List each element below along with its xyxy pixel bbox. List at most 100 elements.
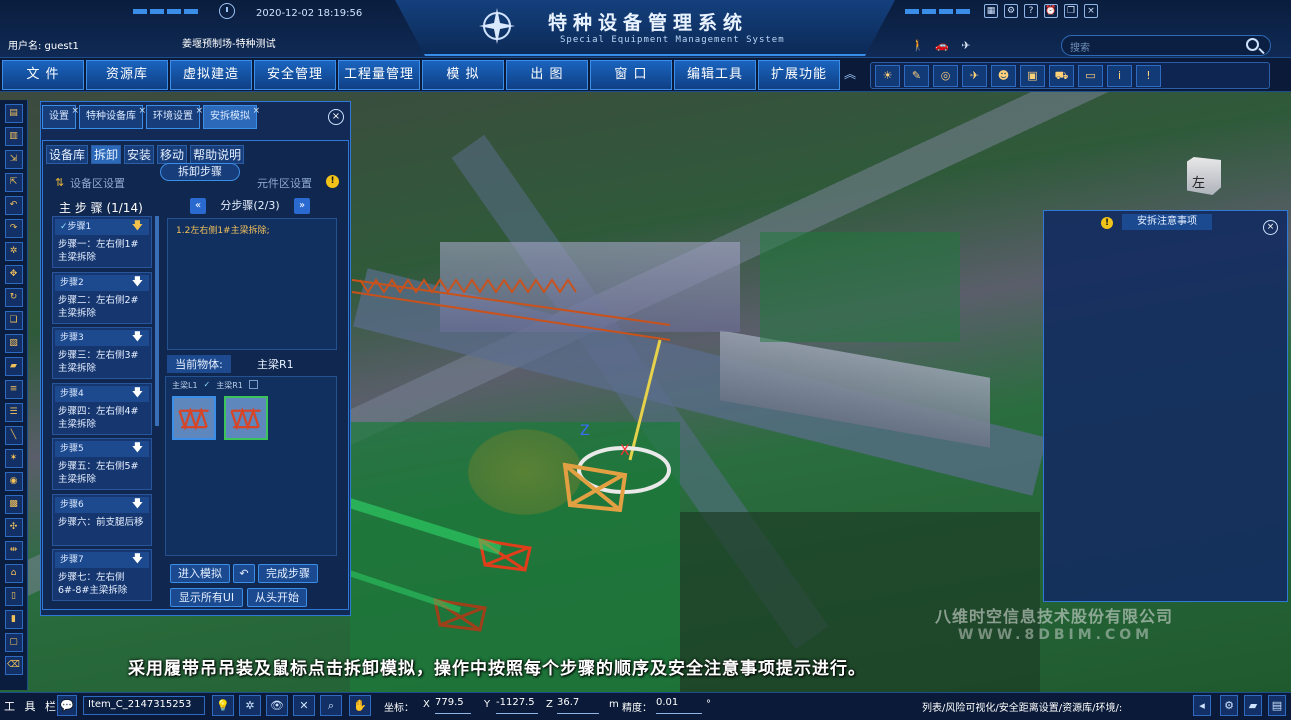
plane-icon[interactable]: ✈ xyxy=(962,65,987,87)
doc-icon[interactable]: ▯ xyxy=(4,587,23,606)
x-value[interactable]: 779.5 xyxy=(435,697,471,714)
finish-step-button[interactable]: 完成步骤 xyxy=(258,564,318,583)
list-item[interactable]: 步骤5 🡇 步骤五：左右侧5#主梁拆除 xyxy=(52,438,152,490)
close-icon[interactable]: × xyxy=(1084,4,1098,18)
menu-simulation[interactable]: 模 拟 xyxy=(422,60,504,90)
file-icon[interactable]: ▤ xyxy=(1268,695,1286,716)
paste-icon[interactable]: ▧ xyxy=(4,334,23,353)
tab-close-icon[interactable]: × xyxy=(195,100,203,122)
close-icon[interactable]: × xyxy=(1263,220,1278,235)
tab-assembly-simulation[interactable]: 安拆模拟 × xyxy=(203,105,260,129)
menu-virtual-construction[interactable]: 虚拟建造 xyxy=(170,60,252,90)
gear-icon[interactable]: ⚙ xyxy=(1220,695,1238,716)
zoom-icon[interactable]: ⌕ xyxy=(320,695,342,716)
redo-icon[interactable]: ↷ xyxy=(4,219,23,238)
equipment-area-settings-button[interactable]: 设备区设置 xyxy=(70,175,125,192)
point-icon[interactable]: ✶ xyxy=(4,449,23,468)
subtab-help[interactable]: 帮助说明 xyxy=(190,145,245,164)
fly-icon[interactable]: ✈ xyxy=(958,38,974,54)
brush-icon[interactable]: ✎ xyxy=(904,65,929,87)
target-icon[interactable]: ◉ xyxy=(4,472,23,491)
menu-edit-tools[interactable]: 编辑工具 xyxy=(674,60,756,90)
file-icon[interactable]: ▢ xyxy=(4,633,23,652)
texture-icon[interactable]: ▩ xyxy=(4,495,23,514)
gear-icon[interactable]: ✲ xyxy=(4,242,23,261)
restart-button[interactable]: 从头开始 xyxy=(247,588,307,607)
menu-extensions[interactable]: 扩展功能 xyxy=(758,60,840,90)
screen-icon[interactable]: ▭ xyxy=(1078,65,1103,87)
enter-simulation-button[interactable]: 进入模拟 xyxy=(170,564,230,583)
object-thumb-r1[interactable] xyxy=(224,396,268,440)
bridge-crane-model[interactable]: Z X xyxy=(340,270,700,640)
search-icon[interactable] xyxy=(1246,38,1259,51)
tab-settings[interactable]: 设置 × xyxy=(42,105,79,129)
step-list-scrollbar[interactable] xyxy=(155,216,159,426)
list-item[interactable]: 步骤4 🡇 步骤四：左右侧4#主梁拆除 xyxy=(52,382,152,435)
eraser-icon[interactable]: ▰ xyxy=(4,357,23,376)
help-icon[interactable]: ? xyxy=(1024,4,1038,18)
precision-value[interactable]: 0.01 xyxy=(656,697,702,714)
collapse-up-icon[interactable]: ︽ xyxy=(842,65,858,85)
open-icon[interactable]: ▥ xyxy=(4,127,23,146)
part-area-settings-button[interactable]: 元件区设置 xyxy=(257,175,312,191)
info-icon[interactable]: i xyxy=(1107,65,1132,87)
list-item[interactable]: 步骤3 🡇 步骤三：左右侧3#主梁拆除 xyxy=(52,327,152,379)
settings-icon[interactable]: ⚙ xyxy=(1004,4,1018,18)
tab-close-icon[interactable]: × xyxy=(252,100,260,122)
menu-quantity-management[interactable]: 工程量管理 xyxy=(338,60,420,90)
checkbox[interactable] xyxy=(248,380,258,389)
weather-icon[interactable]: ☀ xyxy=(875,65,900,87)
object-thumb-l1[interactable] xyxy=(172,396,216,440)
menu-window[interactable]: 窗 口 xyxy=(590,60,672,90)
cross-icon[interactable]: ✕ xyxy=(293,695,315,716)
new-icon[interactable]: ▤ xyxy=(4,104,23,123)
move-icon[interactable]: ✥ xyxy=(4,265,23,284)
y-value[interactable]: -1127.5 xyxy=(496,697,538,714)
tab-close-icon[interactable]: × xyxy=(138,100,146,122)
subtab-move[interactable]: 移动 xyxy=(157,145,188,164)
menu-safety-management[interactable]: 安全管理 xyxy=(254,60,336,90)
alarm-icon[interactable]: ⏰ xyxy=(1044,4,1058,18)
hand-icon[interactable]: ✋ xyxy=(349,695,371,716)
bulb-icon[interactable]: 💡 xyxy=(212,695,234,716)
folder-icon[interactable]: ▰ xyxy=(1244,695,1262,716)
restore-icon[interactable]: ❐ xyxy=(1064,4,1078,18)
import-icon[interactable]: ⇲ xyxy=(4,150,23,169)
line-icon[interactable]: ╲ xyxy=(4,426,23,445)
z-value[interactable]: 36.7 xyxy=(557,697,599,714)
clipboard-icon[interactable]: ▮ xyxy=(4,610,23,629)
list-item[interactable]: 步骤2 🡇 步骤二：左右侧2#主梁拆除 xyxy=(52,271,152,324)
menu-drawing[interactable]: 出 图 xyxy=(506,60,588,90)
trash-icon[interactable]: ⌫ xyxy=(4,656,23,675)
walk-icon[interactable]: 🚶 xyxy=(910,38,926,54)
export-icon[interactable]: ⇱ xyxy=(4,173,23,192)
show-all-ui-button[interactable]: 显示所有UI xyxy=(170,588,243,607)
rotate-icon[interactable]: ↻ xyxy=(4,288,23,307)
copy-icon[interactable]: ❏ xyxy=(4,311,23,330)
list-icon[interactable]: ☰ xyxy=(4,403,23,422)
menu-resource-library[interactable]: 资源库 xyxy=(86,60,168,90)
list-item[interactable]: ✓步骤1 🡇 步骤一：左右侧1#主梁拆除 xyxy=(52,216,152,268)
tab-special-equipment-library[interactable]: 特种设备库 × xyxy=(79,105,146,129)
prev-substep-icon[interactable]: « xyxy=(190,198,206,214)
grid-icon[interactable]: ▦ xyxy=(984,4,998,18)
person-icon[interactable]: ☻ xyxy=(991,65,1016,87)
layer-icon[interactable]: ≡ xyxy=(4,380,23,399)
home-icon[interactable]: ⌂ xyxy=(4,564,23,583)
split-icon[interactable]: ⇹ xyxy=(4,541,23,560)
vehicle-icon[interactable]: 🚗 xyxy=(934,38,950,54)
chat-icon[interactable]: 💬 xyxy=(57,695,77,716)
step-list[interactable]: ✓步骤1 🡇 步骤一：左右侧1#主梁拆除 步骤2 🡇 步骤二：左右侧2#主梁拆除 步骤3… xyxy=(52,216,155,606)
snap-icon[interactable]: ✣ xyxy=(4,518,23,537)
panel-close-icon[interactable]: × xyxy=(328,109,344,125)
subtab-equipment-library[interactable]: 设备库 xyxy=(46,145,89,164)
list-item[interactable]: 步骤7 🡇 步骤七：左右侧6#-8#主梁拆除 xyxy=(52,549,152,601)
truck-icon[interactable]: ⛟ xyxy=(1049,65,1074,87)
tab-environment[interactable]: 环境设置 × xyxy=(146,105,203,129)
network-icon[interactable]: ✲ xyxy=(239,695,261,716)
next-substep-icon[interactable]: » xyxy=(294,198,310,214)
undo-button[interactable]: ↶ xyxy=(233,564,255,583)
search-input[interactable]: 搜索 xyxy=(1061,35,1271,56)
item-id-field[interactable]: Item_C_2147315253 xyxy=(83,696,205,715)
menu-file[interactable]: 文 件 xyxy=(2,60,84,90)
